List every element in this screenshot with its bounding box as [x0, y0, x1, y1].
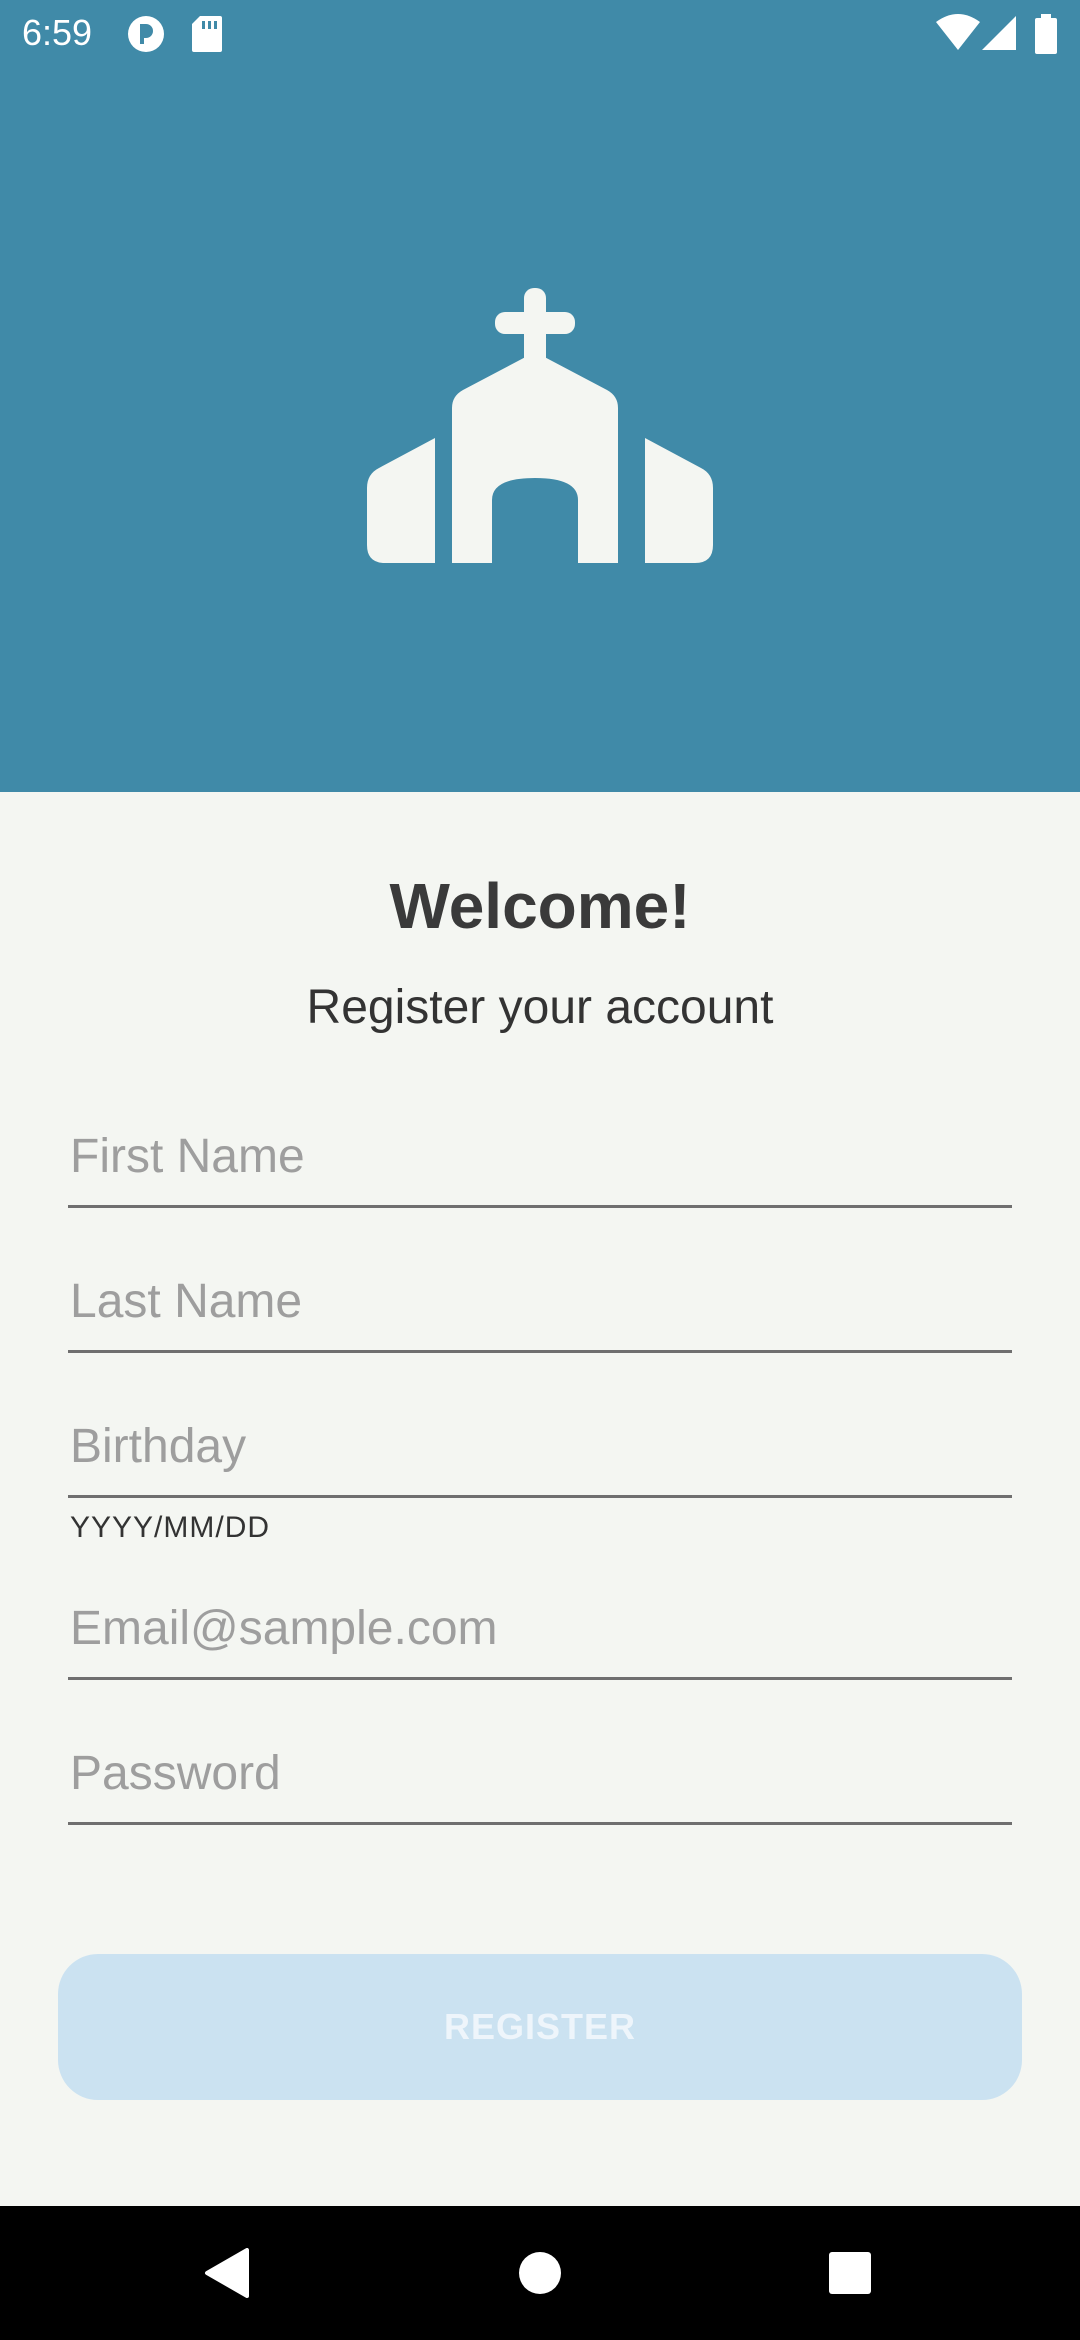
status-time: 6:59 [22, 12, 93, 53]
header-banner: 6:59 [0, 0, 1080, 792]
register-subtitle: Register your account [306, 981, 774, 1034]
birthday-field[interactable] [68, 1398, 1012, 1498]
circle-app-icon [128, 16, 164, 52]
home-button[interactable] [465, 2206, 615, 2340]
register-screen: 6:59 Welcome! Register your account Firs… [0, 0, 1080, 2340]
home-icon [519, 2252, 561, 2294]
first-name-field[interactable] [68, 1108, 1012, 1208]
status-bar: 6:59 [0, 0, 1080, 66]
wifi-icon [936, 14, 980, 50]
recents-button[interactable] [775, 2206, 925, 2340]
password-field[interactable] [68, 1725, 1012, 1825]
battery-icon [1035, 14, 1057, 54]
birthday-format-hint: YYYY/MM/DD [70, 1511, 271, 1544]
navigation-bar [0, 2206, 1080, 2340]
last-name-field[interactable] [68, 1253, 1012, 1353]
email-field[interactable] [68, 1580, 1012, 1680]
back-icon [205, 2248, 249, 2298]
church-icon [367, 288, 713, 563]
welcome-title: Welcome! [389, 870, 691, 942]
register-button[interactable]: REGISTER [58, 1954, 1022, 2100]
signal-icon [982, 16, 1016, 50]
sd-card-icon [192, 16, 222, 52]
recents-icon [829, 2252, 871, 2294]
back-button[interactable] [151, 2206, 301, 2340]
